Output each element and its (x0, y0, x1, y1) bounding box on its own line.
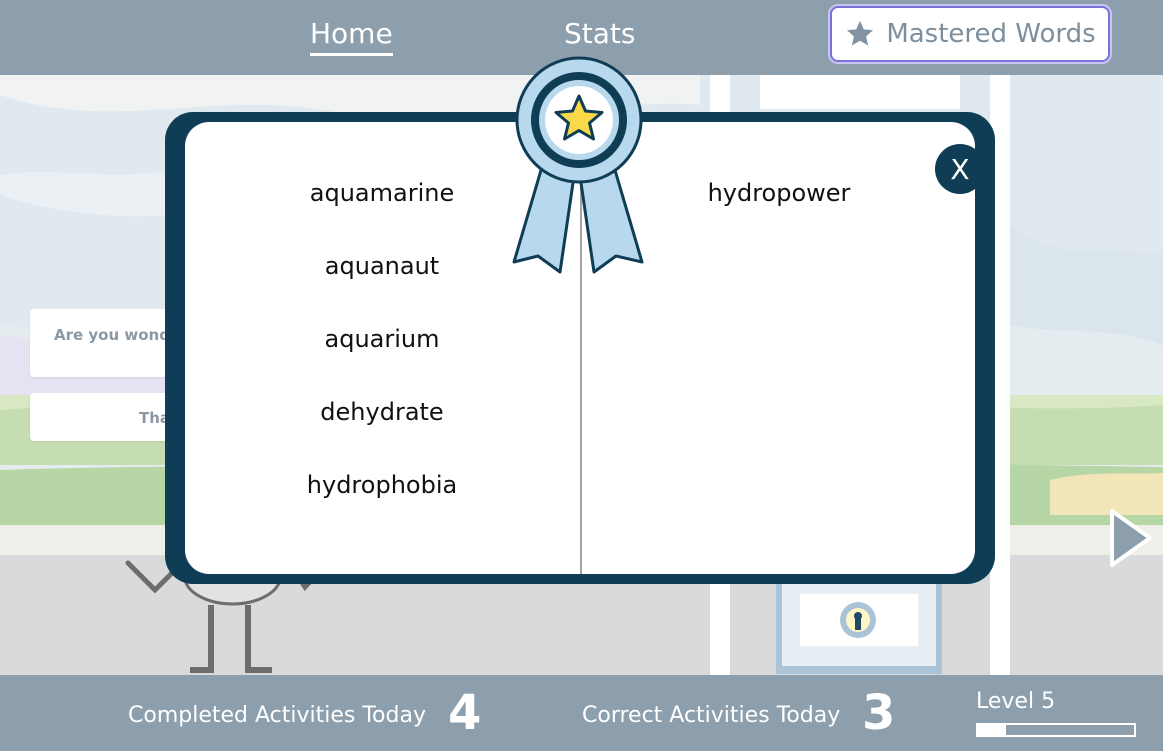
mastered-words-label: Mastered Words (886, 19, 1096, 49)
completed-activities-count: 4 (448, 685, 482, 741)
level-label: Level 5 (976, 689, 1056, 714)
level-progress-bar (976, 723, 1136, 737)
mastered-words-button[interactable]: Mastered Words (830, 6, 1110, 62)
locked-door-icon (776, 580, 942, 674)
correct-activities-label: Correct Activities Today (582, 703, 841, 728)
nav-home-link[interactable]: Home (310, 16, 393, 56)
star-icon (847, 20, 874, 46)
level-progress-fill (978, 725, 1007, 735)
bottom-stats-bar: Completed Activities Today 4 Correct Act… (0, 675, 1163, 751)
mastered-word: dehydrate (320, 398, 444, 426)
next-arrow-icon[interactable] (1106, 507, 1156, 569)
nav-stats-link[interactable]: Stats (564, 16, 635, 52)
mastered-word: aquarium (324, 325, 440, 353)
award-ribbon-icon (512, 56, 644, 274)
correct-activities-count: 3 (862, 685, 896, 741)
mastered-word: hydrophobia (306, 471, 458, 499)
completed-activities-label: Completed Activities Today (128, 703, 426, 728)
